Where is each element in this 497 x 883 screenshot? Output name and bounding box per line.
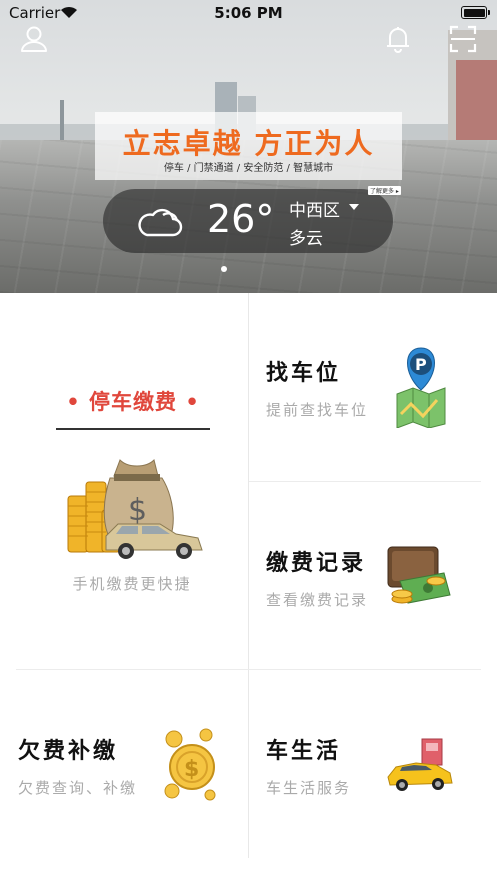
svg-text:P: P xyxy=(415,355,427,374)
district-selector[interactable]: 中西区 xyxy=(289,196,340,221)
payment-records-subtitle: 查看缴费记录 xyxy=(266,591,369,609)
slogan-subtitle: 停车 / 门禁通道 / 安全防范 / 智慧城市 xyxy=(163,163,334,174)
parking-payment-subtitle: 手机缴费更快捷 xyxy=(72,575,192,593)
hero-banner[interactable]: 立志卓越 方正为人 停车 / 门禁通道 / 安全防范 / 智慧城市 26° 中西… xyxy=(0,0,497,293)
arrears-subtitle: 欠费查询、补缴 xyxy=(18,779,138,797)
user-icon[interactable] xyxy=(19,24,49,54)
payment-records-title: 缴费记录 xyxy=(266,551,367,576)
caret-down-icon[interactable] xyxy=(349,204,359,210)
parking-map-icon: P xyxy=(396,347,446,428)
title-underline xyxy=(56,428,210,430)
learn-more-tag[interactable]: 了解更多 ▸ xyxy=(368,186,401,195)
parking-payment-title[interactable]: • 停车缴费 • xyxy=(56,386,210,416)
slogan-banner: 立志卓越 方正为人 停车 / 门禁通道 / 安全防范 / 智慧城市 xyxy=(95,112,402,180)
slogan-title: 立志卓越 方正为人 xyxy=(122,127,375,160)
weather-widget[interactable]: 26° 中西区 多云 xyxy=(103,189,393,253)
bullet: • xyxy=(66,390,81,414)
scan-icon[interactable] xyxy=(448,24,478,54)
svg-text:$: $ xyxy=(184,757,199,782)
status-time: 5:06 PM xyxy=(214,4,283,22)
tower xyxy=(60,100,64,140)
battery-icon xyxy=(461,6,490,19)
weather-condition: 多云 xyxy=(289,229,323,249)
car-life-title: 车生活 xyxy=(266,739,342,764)
carousel-dot-active[interactable] xyxy=(221,266,227,272)
temperature: 26° xyxy=(207,197,275,241)
sports-car-icon xyxy=(387,738,453,791)
wallet-icon xyxy=(387,546,451,604)
car-life-subtitle: 车生活服务 xyxy=(266,779,352,797)
find-spot-title: 找车位 xyxy=(266,361,342,386)
bullet: • xyxy=(185,390,200,414)
cloudy-icon xyxy=(138,208,183,237)
svg-text:$: $ xyxy=(128,493,147,528)
money-bag-car-icon: $ xyxy=(67,459,203,559)
bell-icon[interactable] xyxy=(383,24,413,54)
find-spot-subtitle: 提前查找车位 xyxy=(266,401,369,419)
gold-coins-icon: $ xyxy=(164,728,216,801)
parking-payment-label: 停车缴费 xyxy=(89,390,177,414)
building xyxy=(456,60,497,150)
arrears-title: 欠费补缴 xyxy=(18,739,119,764)
status-bar: Carrier 5:06 PM xyxy=(0,0,497,26)
